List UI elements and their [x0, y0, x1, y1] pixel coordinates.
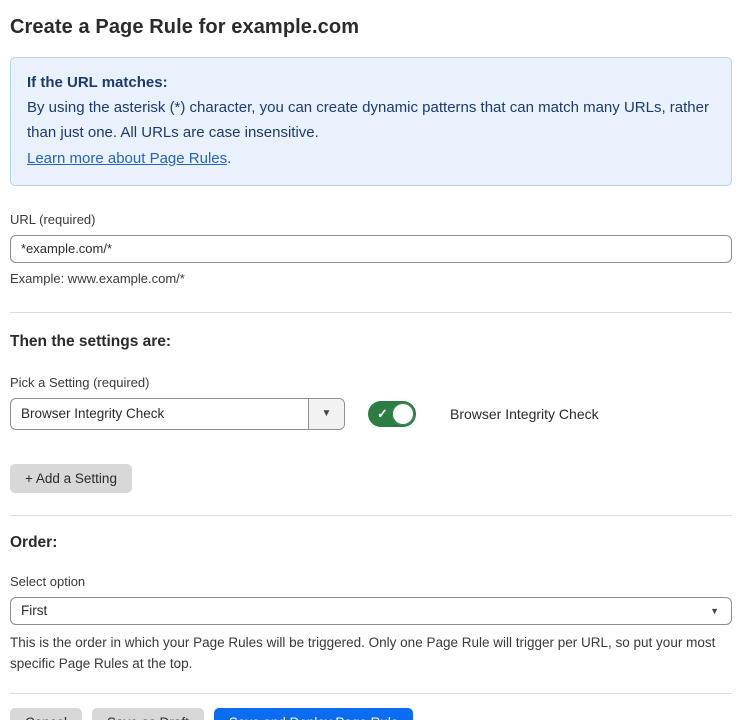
- divider: [10, 312, 732, 313]
- page-rule-form: Create a Page Rule for example.com If th…: [0, 0, 750, 720]
- save-as-draft-button[interactable]: Save as Draft: [92, 708, 204, 720]
- setting-row: Browser Integrity Check ▼ ✓ Browser Inte…: [10, 398, 732, 430]
- order-select-label: Select option: [10, 574, 732, 589]
- learn-more-link[interactable]: Learn more about Page Rules: [27, 150, 227, 167]
- link-suffix: .: [227, 150, 231, 167]
- divider: [10, 515, 732, 516]
- url-field-label: URL (required): [10, 212, 732, 227]
- save-and-deploy-button[interactable]: Save and Deploy Page Rule: [214, 708, 414, 720]
- setting-select-value: Browser Integrity Check: [11, 399, 308, 429]
- toggle-knob: [392, 403, 414, 425]
- order-select[interactable]: First ▼: [10, 597, 732, 625]
- toggle-label: Browser Integrity Check: [450, 406, 599, 422]
- url-input[interactable]: [10, 235, 732, 263]
- order-help-text: This is the order in which your Page Rul…: [10, 633, 732, 675]
- url-example-text: Example: www.example.com/*: [10, 271, 732, 286]
- add-setting-button[interactable]: + Add a Setting: [10, 464, 132, 493]
- check-icon: ✓: [377, 407, 388, 420]
- chevron-down-icon: ▼: [710, 606, 719, 616]
- settings-section-heading: Then the settings are:: [10, 333, 732, 351]
- order-section-heading: Order:: [10, 534, 732, 552]
- setting-select[interactable]: Browser Integrity Check ▼: [10, 398, 345, 430]
- info-box-link-line: Learn more about Page Rules.: [27, 146, 715, 171]
- toggle-wrap: ✓ Browser Integrity Check: [368, 401, 599, 427]
- setting-select-arrow-button[interactable]: ▼: [308, 399, 344, 429]
- chevron-down-icon: ▼: [322, 408, 332, 419]
- cancel-button[interactable]: Cancel: [10, 708, 82, 720]
- url-match-info-box: If the URL matches: By using the asteris…: [10, 57, 732, 186]
- setting-picker-label: Pick a Setting (required): [10, 375, 732, 390]
- page-title: Create a Page Rule for example.com: [10, 16, 732, 39]
- order-select-value: First: [21, 603, 47, 618]
- browser-integrity-toggle[interactable]: ✓: [368, 401, 416, 427]
- footer-actions: Cancel Save as Draft Save and Deploy Pag…: [10, 708, 732, 720]
- divider: [10, 693, 732, 694]
- info-box-body: By using the asterisk (*) character, you…: [27, 95, 715, 145]
- info-box-heading: If the URL matches:: [27, 70, 715, 95]
